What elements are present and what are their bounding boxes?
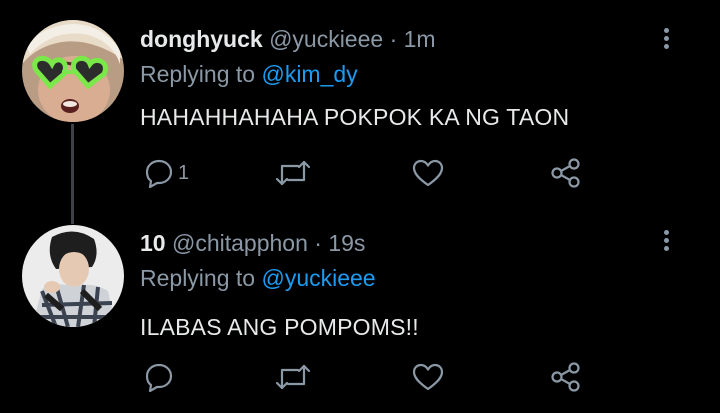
separator: · <box>314 230 322 256</box>
reply-icon <box>145 159 173 188</box>
share-button[interactable] <box>550 158 582 188</box>
tweet-text: ILABAS ANG POMPOMS!! <box>140 314 419 340</box>
tweet[interactable]: 10 @chitapphon · 19s Replying to @yuckie… <box>0 212 720 413</box>
tweet-actions: 1 <box>140 158 600 192</box>
display-name[interactable]: donghyuck <box>140 26 263 52</box>
like-button[interactable] <box>412 362 444 392</box>
avatar-photo-icon <box>22 225 124 327</box>
replying-to: Replying to @kim_dy <box>140 61 358 88</box>
share-icon <box>551 362 580 392</box>
user-handle[interactable]: @chitapphon <box>172 230 308 256</box>
retweet-button[interactable] <box>274 158 312 188</box>
tweet-actions <box>140 362 600 396</box>
avatar[interactable] <box>22 225 124 327</box>
mention-link[interactable]: @kim_dy <box>261 61 357 87</box>
avatar[interactable] <box>22 20 124 122</box>
timestamp[interactable]: 1m <box>404 26 436 52</box>
user-handle[interactable]: @yuckieee <box>269 26 383 52</box>
tweet-text: HAHAHHAHAHA POKPOK KA NG TAON <box>140 104 570 130</box>
share-button[interactable] <box>550 362 582 392</box>
tweet-header: 10 @chitapphon · 19s <box>140 230 365 257</box>
reply-count: 1 <box>178 161 190 184</box>
display-name[interactable]: 10 <box>140 230 166 256</box>
share-icon <box>551 158 580 188</box>
retweet-icon <box>275 160 311 186</box>
thread-connector-line <box>71 124 74 224</box>
retweet-button[interactable] <box>274 362 312 392</box>
tweet-header: donghyuck @yuckieee · 1m <box>140 26 436 53</box>
replying-to: Replying to @yuckieee <box>140 265 376 292</box>
heart-icon <box>412 363 444 391</box>
reply-button[interactable]: 1 <box>144 158 189 188</box>
reply-icon <box>145 363 173 392</box>
avatar-photo-icon <box>22 20 124 122</box>
like-button[interactable] <box>412 158 444 188</box>
retweet-icon <box>275 364 311 390</box>
timestamp[interactable]: 19s <box>328 230 365 256</box>
more-options-icon[interactable] <box>659 230 673 254</box>
reply-button[interactable] <box>144 362 178 392</box>
more-options-icon[interactable] <box>659 28 673 52</box>
replying-to-label: Replying to <box>140 265 256 291</box>
replying-to-label: Replying to <box>140 61 256 87</box>
mention-link[interactable]: @yuckieee <box>261 265 375 291</box>
tweet[interactable]: donghyuck @yuckieee · 1m Replying to @ki… <box>0 0 720 224</box>
separator: · <box>389 26 398 52</box>
heart-icon <box>412 159 444 187</box>
